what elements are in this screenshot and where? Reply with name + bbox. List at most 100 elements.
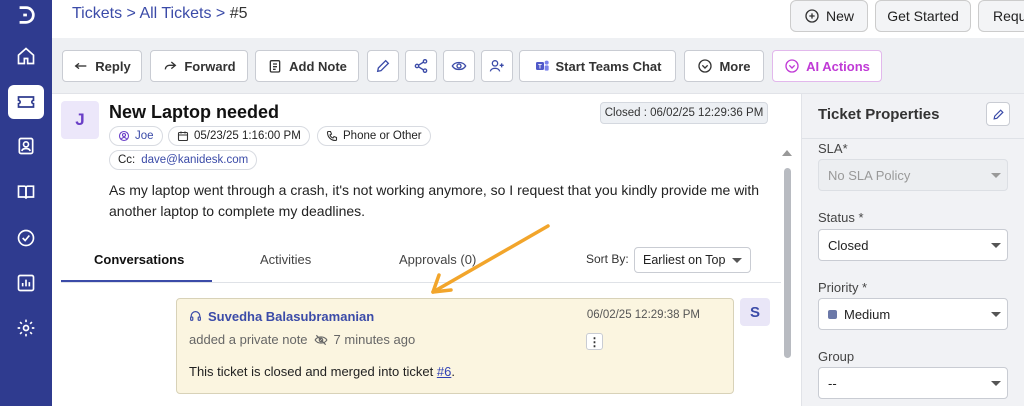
sla-select: No SLA Policy xyxy=(818,159,1008,191)
settings-icon[interactable] xyxy=(8,311,44,345)
more-button[interactable]: More xyxy=(684,50,764,82)
note-author-name: Suvedha Balasubramanian xyxy=(208,309,375,324)
tasks-icon[interactable] xyxy=(8,221,44,255)
ticket-subject: New Laptop needed xyxy=(109,102,280,122)
requester-chip[interactable]: Joe xyxy=(109,126,163,146)
note-meta-prefix: added a private note xyxy=(189,332,308,347)
status-label: Status * xyxy=(818,210,864,225)
home-icon[interactable] xyxy=(8,39,44,73)
requester-avatar: J xyxy=(61,101,99,139)
ticket-scrollbar[interactable] xyxy=(784,168,791,358)
breadcrumb-all-tickets[interactable]: All Tickets xyxy=(139,5,211,22)
start-teams-chat-button[interactable]: T Start Teams Chat xyxy=(519,50,676,82)
user-circle-icon xyxy=(118,130,130,142)
logo-icon[interactable] xyxy=(0,0,52,30)
chevron-down-icon xyxy=(732,258,742,263)
breadcrumb-current: #5 xyxy=(229,5,248,22)
plus-circle-icon xyxy=(805,9,819,23)
ai-chevron-icon xyxy=(785,59,799,73)
agent-avatar: S xyxy=(740,298,770,326)
watch-button[interactable] xyxy=(443,50,475,82)
requests-button[interactable]: Requ xyxy=(978,0,1024,32)
contacts-icon[interactable] xyxy=(8,129,44,163)
teams-icon: T xyxy=(535,60,549,71)
add-requester-button[interactable] xyxy=(481,50,513,82)
closed-status-badge: Closed : 06/02/25 12:29:36 PM xyxy=(600,102,768,124)
note-body: This ticket is closed and merged into ti… xyxy=(189,364,455,379)
share-icon xyxy=(414,59,428,73)
add-note-label: Add Note xyxy=(289,58,347,74)
get-started-button[interactable]: Get Started xyxy=(875,0,971,32)
get-started-label: Get Started xyxy=(887,8,959,24)
reply-icon xyxy=(74,62,87,70)
sort-select[interactable]: Earliest on Top xyxy=(634,247,751,273)
pencil-icon xyxy=(992,108,1004,120)
status-value: Closed xyxy=(828,237,869,253)
tabs-divider xyxy=(61,282,781,283)
sidebar xyxy=(0,0,52,406)
annotation-arrow-icon xyxy=(431,224,550,294)
breadcrumb-tickets[interactable]: Tickets xyxy=(72,5,122,22)
note-timestamp: 06/02/25 12:29:38 PM xyxy=(586,309,700,321)
edit-button[interactable] xyxy=(367,50,399,82)
properties-title: Ticket Properties xyxy=(818,106,940,123)
status-select[interactable]: Closed xyxy=(818,229,1008,261)
ai-actions-button[interactable]: AI Actions xyxy=(772,50,882,82)
requester-name: Joe xyxy=(135,130,154,142)
note-icon xyxy=(269,59,281,73)
ticket-icon[interactable] xyxy=(8,85,44,119)
more-label: More xyxy=(719,58,751,74)
phone-icon xyxy=(326,130,338,142)
eye-off-icon xyxy=(314,334,328,345)
forward-label: Forward xyxy=(184,58,236,74)
priority-select[interactable]: Medium xyxy=(818,298,1008,330)
sort-value: Earliest on Top xyxy=(643,253,726,267)
calendar-icon xyxy=(177,131,189,142)
cc-email: dave@kanidesk.com xyxy=(141,154,249,166)
reports-icon[interactable] xyxy=(8,266,44,300)
note-body-end: . xyxy=(451,364,455,379)
knowledge-icon[interactable] xyxy=(8,175,44,209)
forward-button[interactable]: Forward xyxy=(150,50,248,82)
requests-label: Requ xyxy=(993,8,1024,24)
user-plus-icon xyxy=(489,60,504,72)
group-select[interactable]: -- xyxy=(818,367,1008,399)
share-button[interactable] xyxy=(405,50,437,82)
created-date: 05/23/25 1:16:00 PM xyxy=(194,130,301,142)
chevron-down-circle-icon xyxy=(698,59,713,73)
reply-button[interactable]: Reply xyxy=(62,50,142,82)
sort-by-label: Sort By: xyxy=(586,252,629,266)
merged-ticket-link[interactable]: #6 xyxy=(437,364,451,379)
pencil-icon xyxy=(376,59,390,73)
note-relative-time: 7 minutes ago xyxy=(333,332,416,347)
sla-label: SLA* xyxy=(818,141,848,156)
private-note-card: Suvedha Balasubramanian 06/02/25 12:29:3… xyxy=(176,298,734,394)
source-chip: Phone or Other xyxy=(317,126,431,146)
sla-value: No SLA Policy xyxy=(828,167,911,183)
note-options-button[interactable]: ⋮ xyxy=(586,333,603,350)
chevron-down-icon xyxy=(991,243,1001,248)
note-author[interactable]: Suvedha Balasubramanian xyxy=(189,309,374,324)
priority-value: Medium xyxy=(844,306,891,322)
eye-icon xyxy=(451,61,467,71)
scroll-up-arrow-icon[interactable] xyxy=(782,150,792,156)
new-button[interactable]: New xyxy=(790,0,868,32)
svg-text:T: T xyxy=(538,65,542,71)
reply-label: Reply xyxy=(95,58,131,74)
priority-label: Priority * xyxy=(818,280,868,295)
new-label: New xyxy=(825,8,854,24)
start-teams-chat-label: Start Teams Chat xyxy=(555,58,662,74)
toolbar: Reply Forward Add Note T Start Teams Cha… xyxy=(52,38,1024,94)
note-body-text: This ticket is closed and merged into ti… xyxy=(189,364,437,379)
add-note-button[interactable]: Add Note xyxy=(255,50,359,82)
edit-properties-button[interactable] xyxy=(986,102,1010,126)
tab-activities[interactable]: Activities xyxy=(260,252,311,267)
chevron-down-icon xyxy=(991,173,1001,178)
chevron-down-icon xyxy=(991,381,1001,386)
note-meta: added a private note 7 minutes ago xyxy=(189,332,415,347)
forward-icon xyxy=(165,61,177,70)
ticket-properties-panel: Ticket Properties SLA* No SLA Policy Sta… xyxy=(801,94,1024,406)
breadcrumb-sep: > xyxy=(211,5,230,22)
cc-chip[interactable]: Cc: dave@kanidesk.com xyxy=(109,150,258,170)
tab-conversations[interactable]: Conversations xyxy=(94,252,184,267)
